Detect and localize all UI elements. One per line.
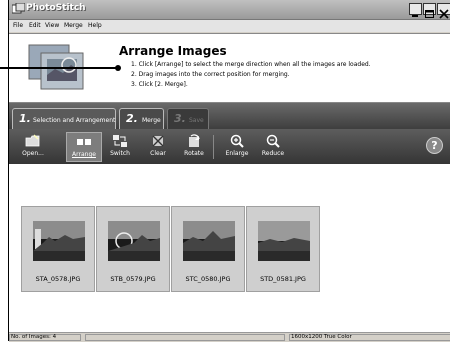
zoom-in-icon bbox=[230, 134, 244, 148]
menu-merge[interactable]: Merge bbox=[64, 22, 83, 29]
status-panel bbox=[85, 334, 285, 341]
image-filename: STC_0580.JPG bbox=[185, 275, 231, 283]
tab-number: 2. bbox=[126, 112, 138, 125]
tab-label: Save bbox=[189, 117, 204, 124]
help-button[interactable]: ? bbox=[426, 137, 443, 154]
enlarge-label: Enlarge bbox=[225, 150, 249, 157]
arrange-button[interactable]: Arrange bbox=[66, 132, 102, 162]
photostitch-window: PhotoStitch File Edit View Merge Help Ar… bbox=[8, 0, 450, 342]
rotate-label: Rotate bbox=[184, 150, 204, 157]
reduce-label: Reduce bbox=[261, 150, 285, 157]
close-button[interactable] bbox=[437, 3, 450, 19]
tab-merge[interactable]: 2. Merge bbox=[119, 108, 164, 129]
open-folder-icon bbox=[25, 134, 40, 147]
menu-edit[interactable]: Edit bbox=[29, 22, 41, 29]
image-card-sta-0578[interactable]: STA_0578.JPG bbox=[21, 206, 95, 292]
switch-icon bbox=[113, 135, 127, 147]
image-card-std-0581[interactable]: STD_0581.JPG bbox=[246, 206, 320, 292]
image-thumbnail bbox=[258, 221, 310, 261]
menu-view[interactable]: View bbox=[45, 22, 59, 29]
switch-label: Switch bbox=[110, 150, 130, 157]
tab-label: Merge bbox=[142, 117, 161, 124]
tab-selection-and-arrangement[interactable]: 1. Selection and Arrangement bbox=[12, 108, 116, 129]
image-filename: STA_0578.JPG bbox=[35, 275, 81, 283]
callout-line bbox=[0, 67, 118, 69]
instruction-step-2: 2. Drag images into the correct position… bbox=[131, 71, 290, 78]
image-card-stc-0580[interactable]: STC_0580.JPG bbox=[171, 206, 245, 292]
toolbar-divider bbox=[213, 135, 214, 159]
tab-save: 3. Save bbox=[167, 108, 209, 129]
rotate-button[interactable]: Rotate bbox=[176, 132, 212, 162]
clear-icon bbox=[152, 135, 164, 147]
maximize-icon bbox=[425, 10, 434, 18]
close-icon bbox=[439, 9, 449, 19]
tab-number: 3. bbox=[174, 112, 186, 125]
maximize-button[interactable] bbox=[423, 3, 436, 18]
image-thumbnail bbox=[183, 221, 235, 261]
clear-button[interactable]: Clear bbox=[140, 132, 176, 162]
toolbar: Open... Arrange Switch Clear Rotate Enla… bbox=[9, 129, 450, 164]
menu-file[interactable]: File bbox=[13, 22, 23, 29]
switch-button[interactable]: Switch bbox=[102, 132, 138, 162]
image-filename: STB_0579.JPG bbox=[110, 275, 156, 283]
reduce-button[interactable]: Reduce bbox=[255, 132, 291, 162]
step-tabs: 1. Selection and Arrangement 2. Merge 3.… bbox=[9, 103, 450, 129]
page-title: Arrange Images bbox=[119, 44, 227, 58]
instruction-step-1: 1. Click [Arrange] to select the merge d… bbox=[131, 61, 371, 68]
title-bar: PhotoStitch bbox=[9, 0, 450, 20]
tab-label: Selection and Arrangement bbox=[33, 117, 116, 124]
instruction-step-3: 3. Click [2. Merge]. bbox=[131, 81, 188, 88]
arrange-icon bbox=[77, 139, 91, 145]
callout-dot bbox=[115, 65, 121, 71]
open-label: Open... bbox=[22, 150, 44, 157]
photostitch-icon bbox=[12, 3, 25, 14]
window-title: PhotoStitch bbox=[26, 3, 86, 13]
menu-bar: File Edit View Merge Help bbox=[9, 20, 450, 32]
open-button[interactable]: Open... bbox=[15, 132, 51, 162]
image-resolution: 1600x1200 True Color bbox=[291, 334, 352, 340]
tab-number: 1. bbox=[19, 112, 31, 125]
image-thumbnail bbox=[108, 221, 160, 261]
image-card-stb-0579[interactable]: STB_0579.JPG bbox=[96, 206, 170, 292]
image-filename: STD_0581.JPG bbox=[260, 275, 306, 283]
rotate-icon bbox=[189, 134, 200, 147]
arrange-label: Arrange bbox=[72, 151, 96, 158]
clear-label: Clear bbox=[150, 150, 166, 157]
minimize-icon bbox=[412, 15, 418, 17]
image-thumbnail bbox=[33, 221, 85, 261]
minimize-button[interactable] bbox=[409, 3, 422, 17]
image-count: No. of Images: 4 bbox=[11, 334, 57, 340]
zoom-out-icon bbox=[266, 134, 280, 148]
enlarge-button[interactable]: Enlarge bbox=[219, 132, 255, 162]
menu-help[interactable]: Help bbox=[88, 22, 102, 29]
